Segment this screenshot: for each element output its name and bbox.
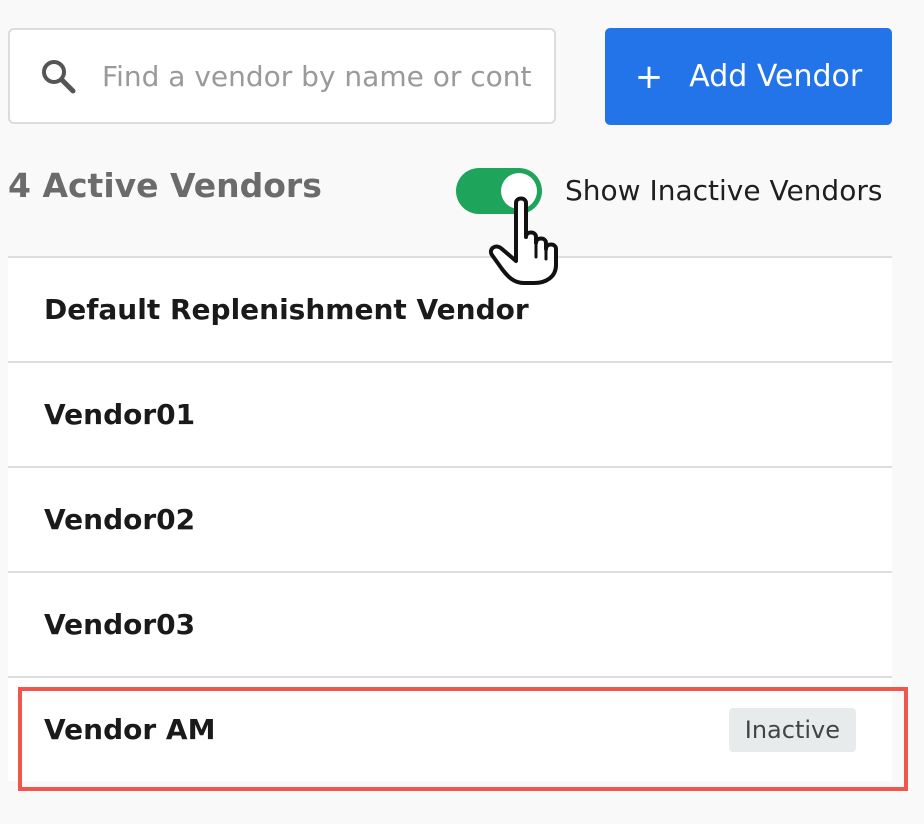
vendor-name: Vendor03 <box>44 608 196 641</box>
vendor-name: Vendor01 <box>44 398 196 431</box>
vendor-name: Vendor02 <box>44 503 196 536</box>
show-inactive-label[interactable]: Show Inactive Vendors <box>565 174 882 207</box>
vendor-row[interactable]: Default Replenishment Vendor <box>8 256 892 361</box>
search-input[interactable] <box>102 59 542 93</box>
vendor-list: Default Replenishment Vendor Vendor01 Ve… <box>8 256 892 781</box>
vendor-name: Default Replenishment Vendor <box>44 293 529 326</box>
vendor-name: Vendor AM <box>44 713 216 746</box>
search-icon <box>42 60 76 94</box>
add-vendor-label: Add Vendor <box>689 59 863 94</box>
search-box[interactable] <box>8 28 556 124</box>
vendor-row-inactive[interactable]: Vendor AM Inactive <box>8 676 892 781</box>
vendor-row[interactable]: Vendor01 <box>8 361 892 466</box>
active-vendor-count: 4 Active Vendors <box>8 166 322 205</box>
show-inactive-toggle[interactable] <box>456 168 542 214</box>
vendor-row[interactable]: Vendor02 <box>8 466 892 571</box>
add-vendor-button[interactable]: + Add Vendor <box>605 28 892 125</box>
plus-icon: + <box>634 56 664 97</box>
inactive-status-badge: Inactive <box>728 707 856 752</box>
vendor-row[interactable]: Vendor03 <box>8 571 892 676</box>
toggle-knob <box>501 173 537 209</box>
